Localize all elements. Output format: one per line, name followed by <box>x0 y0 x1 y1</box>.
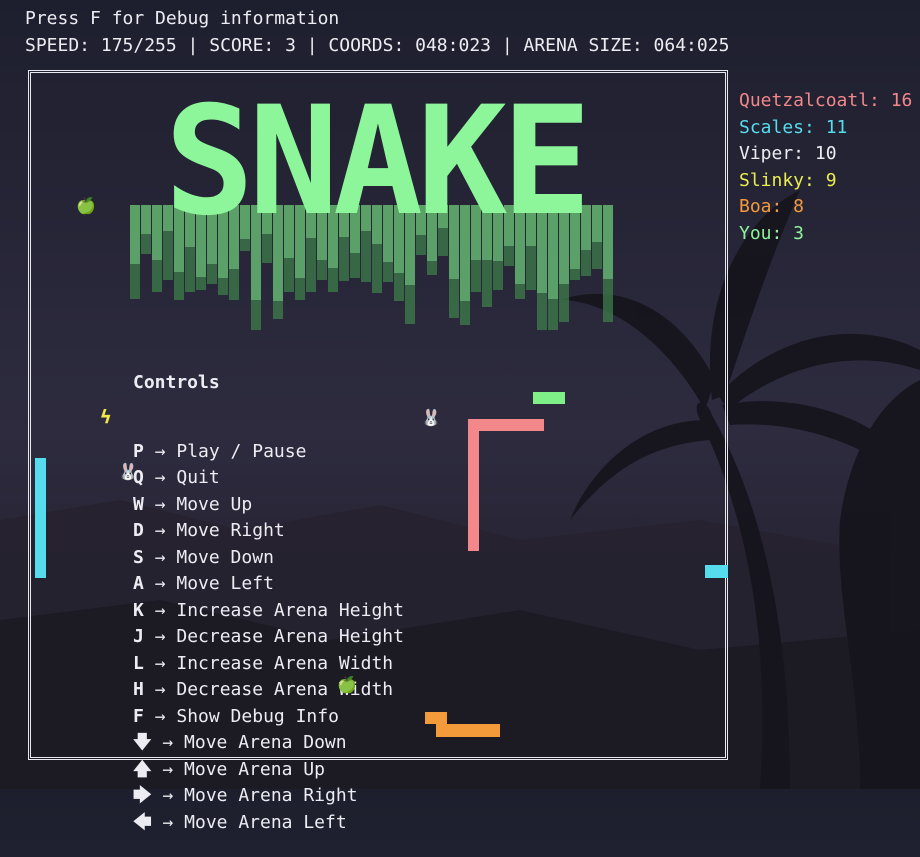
control-row: 🡄 → Move Arena Left <box>133 810 404 837</box>
control-key: P <box>133 440 144 462</box>
control-row: P → Play / Pause <box>133 439 404 466</box>
control-action: Decrease Arena Height <box>176 626 404 647</box>
control-arrow: → <box>154 679 166 700</box>
bunny-icon: 🐰 <box>118 462 138 481</box>
apple-icon: 🍏 <box>76 196 96 215</box>
control-arrow: → <box>154 440 166 462</box>
control-row: D → Move Right <box>133 518 404 545</box>
leaderboard-entry: Slinky: 9 <box>739 169 837 191</box>
apple-icon: 🍏 <box>337 675 357 694</box>
control-arrow: → <box>154 520 166 541</box>
control-action: Quit <box>176 467 220 488</box>
snake-you-segment <box>533 392 565 404</box>
control-action: Move Up <box>176 493 253 515</box>
control-key: J <box>133 626 144 647</box>
leaderboard-entry: Quetzalcoatl: 16 <box>739 90 913 111</box>
snake-quetzalcoatl-segment <box>468 419 479 551</box>
snake-quetzalcoatl-segment <box>468 419 544 431</box>
lightning-icon: ϟ <box>100 406 112 428</box>
control-row: S → Move Down <box>133 545 404 572</box>
control-row: Q → Quit <box>133 465 404 492</box>
status-bar: SPEED: 175/255 | SCORE: 3 | COORDS: 048:… <box>25 35 730 56</box>
controls-panel: Controls P → Play / Pause Q → Quit W → Mov… <box>133 328 404 857</box>
control-key: K <box>133 599 144 621</box>
control-arrow: → <box>154 705 166 727</box>
control-key: D <box>133 520 144 541</box>
leaderboard-entry: Scales: 11 <box>739 116 848 138</box>
control-row: 🡇 → Move Arena Down <box>133 730 404 757</box>
control-key: 🡄 <box>133 811 152 833</box>
control-action: Move Down <box>176 546 274 568</box>
logo-title: SNAKE <box>164 85 586 249</box>
leaderboard: Quetzalcoatl: 16 Scales: 11 Viper: 10 Slink… <box>739 88 912 247</box>
control-action: Move Left <box>176 573 274 594</box>
leaderboard-entry: Viper: 10 <box>739 143 837 164</box>
snake-scales-segment <box>705 565 728 578</box>
control-key: L <box>133 652 144 674</box>
control-key: 🡅 <box>133 758 152 780</box>
snake-boa-segment <box>436 724 500 737</box>
control-action: Move Arena Right <box>184 785 358 806</box>
control-row: F → Show Debug Info <box>133 704 404 731</box>
control-arrow: → <box>162 732 174 753</box>
control-row: H → Decrease Arena Width <box>133 677 404 704</box>
control-key: A <box>133 573 144 594</box>
control-action: Increase Arena Height <box>176 599 404 621</box>
control-row: A → Move Left <box>133 571 404 598</box>
snake-boa-segment <box>425 712 447 724</box>
control-key: 🡇 <box>133 732 152 753</box>
bunny-icon: 🐰 <box>421 408 441 427</box>
control-action: Move Arena Up <box>184 758 325 780</box>
control-row: J → Decrease Arena Height <box>133 624 404 651</box>
control-action: Increase Arena Width <box>176 652 394 674</box>
control-key: 🡆 <box>133 785 152 806</box>
control-arrow: → <box>154 467 166 488</box>
control-key: W <box>133 493 144 515</box>
control-row: 🡆 → Move Arena Right <box>133 783 404 810</box>
control-action: Move Arena Left <box>184 811 347 833</box>
control-row: 🡅 → Move Arena Up <box>133 757 404 784</box>
control-arrow: → <box>162 785 174 806</box>
debug-hint: Press F for Debug information <box>25 8 340 29</box>
control-arrow: → <box>162 811 174 833</box>
control-action: Move Right <box>176 520 285 541</box>
control-arrow: → <box>154 493 166 515</box>
control-arrow: → <box>154 546 166 568</box>
control-row: W → Move Up <box>133 492 404 519</box>
control-action: Show Debug Info <box>176 705 339 727</box>
control-action: Decrease Arena Width <box>176 679 394 700</box>
controls-title: Controls <box>133 372 220 393</box>
snake-scales-segment <box>35 458 46 578</box>
snake-logo: SNAKE <box>130 85 613 330</box>
control-key: H <box>133 679 144 700</box>
leaderboard-entry: You: 3 <box>739 222 805 244</box>
control-arrow: → <box>154 573 166 594</box>
control-arrow: → <box>154 652 166 674</box>
control-action: Play / Pause <box>176 440 307 462</box>
control-key: S <box>133 546 144 568</box>
leaderboard-entry: Boa: 8 <box>739 196 805 217</box>
control-arrow: → <box>154 599 166 621</box>
control-arrow: → <box>154 626 166 647</box>
control-row: K → Increase Arena Height <box>133 598 404 625</box>
control-action: Move Arena Down <box>184 732 347 753</box>
controls-list: P → Play / Pause Q → Quit W → Move Up D → M… <box>133 439 404 837</box>
control-arrow: → <box>162 758 174 780</box>
control-row: L → Increase Arena Width <box>133 651 404 678</box>
control-key: F <box>133 705 144 727</box>
